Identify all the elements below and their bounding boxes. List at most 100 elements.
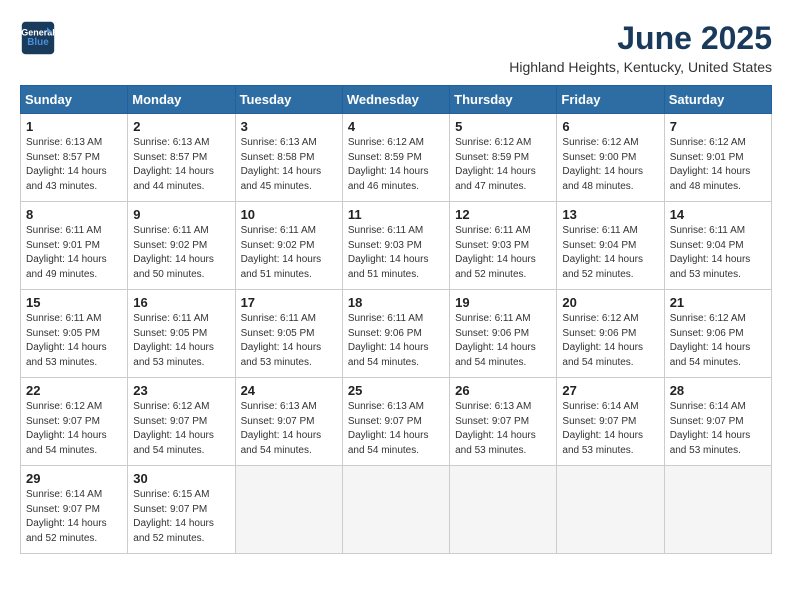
day-info: Sunrise: 6:14 AMSunset: 9:07 PMDaylight:… — [26, 489, 107, 544]
calendar-cell — [235, 466, 342, 554]
day-info: Sunrise: 6:12 AMSunset: 9:00 PMDaylight:… — [562, 137, 643, 192]
calendar-table: Sunday Monday Tuesday Wednesday Thursday… — [20, 85, 772, 554]
calendar-cell: 8 Sunrise: 6:11 AMSunset: 9:01 PMDayligh… — [21, 202, 128, 290]
logo-icon: General Blue — [20, 20, 56, 56]
day-info: Sunrise: 6:13 AMSunset: 9:07 PMDaylight:… — [348, 401, 429, 456]
week-row: 15 Sunrise: 6:11 AMSunset: 9:05 PMDaylig… — [21, 290, 772, 378]
header-row: Sunday Monday Tuesday Wednesday Thursday… — [21, 86, 772, 114]
calendar-cell: 22 Sunrise: 6:12 AMSunset: 9:07 PMDaylig… — [21, 378, 128, 466]
day-info: Sunrise: 6:11 AMSunset: 9:02 PMDaylight:… — [241, 225, 322, 280]
calendar-cell: 12 Sunrise: 6:11 AMSunset: 9:03 PMDaylig… — [450, 202, 557, 290]
day-number: 30 — [133, 471, 229, 486]
day-number: 20 — [562, 295, 658, 310]
calendar-cell: 7 Sunrise: 6:12 AMSunset: 9:01 PMDayligh… — [664, 114, 771, 202]
day-info: Sunrise: 6:13 AMSunset: 8:57 PMDaylight:… — [26, 137, 107, 192]
week-row: 22 Sunrise: 6:12 AMSunset: 9:07 PMDaylig… — [21, 378, 772, 466]
day-info: Sunrise: 6:12 AMSunset: 8:59 PMDaylight:… — [455, 137, 536, 192]
day-number: 24 — [241, 383, 337, 398]
calendar-cell: 10 Sunrise: 6:11 AMSunset: 9:02 PMDaylig… — [235, 202, 342, 290]
day-number: 4 — [348, 119, 444, 134]
day-number: 11 — [348, 207, 444, 222]
day-number: 16 — [133, 295, 229, 310]
calendar-cell: 21 Sunrise: 6:12 AMSunset: 9:06 PMDaylig… — [664, 290, 771, 378]
calendar-cell — [342, 466, 449, 554]
calendar-cell: 4 Sunrise: 6:12 AMSunset: 8:59 PMDayligh… — [342, 114, 449, 202]
day-info: Sunrise: 6:11 AMSunset: 9:06 PMDaylight:… — [455, 313, 536, 368]
day-info: Sunrise: 6:13 AMSunset: 8:58 PMDaylight:… — [241, 137, 322, 192]
day-number: 18 — [348, 295, 444, 310]
day-info: Sunrise: 6:12 AMSunset: 9:06 PMDaylight:… — [562, 313, 643, 368]
calendar-cell: 13 Sunrise: 6:11 AMSunset: 9:04 PMDaylig… — [557, 202, 664, 290]
day-info: Sunrise: 6:11 AMSunset: 9:06 PMDaylight:… — [348, 313, 429, 368]
calendar-cell: 24 Sunrise: 6:13 AMSunset: 9:07 PMDaylig… — [235, 378, 342, 466]
logo: General Blue — [20, 20, 56, 56]
calendar-cell: 6 Sunrise: 6:12 AMSunset: 9:00 PMDayligh… — [557, 114, 664, 202]
day-number: 14 — [670, 207, 766, 222]
day-number: 5 — [455, 119, 551, 134]
day-info: Sunrise: 6:13 AMSunset: 9:07 PMDaylight:… — [241, 401, 322, 456]
calendar-cell: 16 Sunrise: 6:11 AMSunset: 9:05 PMDaylig… — [128, 290, 235, 378]
week-row: 29 Sunrise: 6:14 AMSunset: 9:07 PMDaylig… — [21, 466, 772, 554]
calendar-cell: 2 Sunrise: 6:13 AMSunset: 8:57 PMDayligh… — [128, 114, 235, 202]
calendar-cell: 28 Sunrise: 6:14 AMSunset: 9:07 PMDaylig… — [664, 378, 771, 466]
day-info: Sunrise: 6:12 AMSunset: 9:07 PMDaylight:… — [133, 401, 214, 456]
calendar-cell: 18 Sunrise: 6:11 AMSunset: 9:06 PMDaylig… — [342, 290, 449, 378]
calendar-cell — [450, 466, 557, 554]
calendar-cell: 20 Sunrise: 6:12 AMSunset: 9:06 PMDaylig… — [557, 290, 664, 378]
day-number: 6 — [562, 119, 658, 134]
day-info: Sunrise: 6:12 AMSunset: 8:59 PMDaylight:… — [348, 137, 429, 192]
day-number: 7 — [670, 119, 766, 134]
location-title: Highland Heights, Kentucky, United State… — [509, 59, 772, 75]
day-number: 15 — [26, 295, 122, 310]
calendar-cell: 14 Sunrise: 6:11 AMSunset: 9:04 PMDaylig… — [664, 202, 771, 290]
col-thursday: Thursday — [450, 86, 557, 114]
day-number: 10 — [241, 207, 337, 222]
calendar-cell: 27 Sunrise: 6:14 AMSunset: 9:07 PMDaylig… — [557, 378, 664, 466]
day-number: 23 — [133, 383, 229, 398]
day-info: Sunrise: 6:11 AMSunset: 9:05 PMDaylight:… — [26, 313, 107, 368]
col-tuesday: Tuesday — [235, 86, 342, 114]
calendar-cell: 26 Sunrise: 6:13 AMSunset: 9:07 PMDaylig… — [450, 378, 557, 466]
calendar-cell: 15 Sunrise: 6:11 AMSunset: 9:05 PMDaylig… — [21, 290, 128, 378]
col-friday: Friday — [557, 86, 664, 114]
day-number: 21 — [670, 295, 766, 310]
calendar-cell: 19 Sunrise: 6:11 AMSunset: 9:06 PMDaylig… — [450, 290, 557, 378]
day-number: 12 — [455, 207, 551, 222]
day-number: 29 — [26, 471, 122, 486]
day-number: 25 — [348, 383, 444, 398]
page-header: General Blue June 2025 Highland Heights,… — [20, 20, 772, 75]
svg-text:Blue: Blue — [27, 37, 49, 48]
week-row: 8 Sunrise: 6:11 AMSunset: 9:01 PMDayligh… — [21, 202, 772, 290]
calendar-cell: 25 Sunrise: 6:13 AMSunset: 9:07 PMDaylig… — [342, 378, 449, 466]
day-number: 8 — [26, 207, 122, 222]
calendar-cell: 3 Sunrise: 6:13 AMSunset: 8:58 PMDayligh… — [235, 114, 342, 202]
day-info: Sunrise: 6:11 AMSunset: 9:02 PMDaylight:… — [133, 225, 214, 280]
title-area: June 2025 Highland Heights, Kentucky, Un… — [509, 20, 772, 75]
day-number: 9 — [133, 207, 229, 222]
day-info: Sunrise: 6:14 AMSunset: 9:07 PMDaylight:… — [562, 401, 643, 456]
day-info: Sunrise: 6:11 AMSunset: 9:04 PMDaylight:… — [562, 225, 643, 280]
col-sunday: Sunday — [21, 86, 128, 114]
day-number: 19 — [455, 295, 551, 310]
day-info: Sunrise: 6:11 AMSunset: 9:04 PMDaylight:… — [670, 225, 751, 280]
day-info: Sunrise: 6:11 AMSunset: 9:03 PMDaylight:… — [348, 225, 429, 280]
day-info: Sunrise: 6:12 AMSunset: 9:01 PMDaylight:… — [670, 137, 751, 192]
day-info: Sunrise: 6:13 AMSunset: 9:07 PMDaylight:… — [455, 401, 536, 456]
day-number: 26 — [455, 383, 551, 398]
day-number: 2 — [133, 119, 229, 134]
day-number: 1 — [26, 119, 122, 134]
day-number: 22 — [26, 383, 122, 398]
day-info: Sunrise: 6:14 AMSunset: 9:07 PMDaylight:… — [670, 401, 751, 456]
col-saturday: Saturday — [664, 86, 771, 114]
day-info: Sunrise: 6:12 AMSunset: 9:06 PMDaylight:… — [670, 313, 751, 368]
calendar-cell: 1 Sunrise: 6:13 AMSunset: 8:57 PMDayligh… — [21, 114, 128, 202]
day-info: Sunrise: 6:11 AMSunset: 9:05 PMDaylight:… — [133, 313, 214, 368]
day-number: 13 — [562, 207, 658, 222]
calendar-cell: 5 Sunrise: 6:12 AMSunset: 8:59 PMDayligh… — [450, 114, 557, 202]
week-row: 1 Sunrise: 6:13 AMSunset: 8:57 PMDayligh… — [21, 114, 772, 202]
calendar-cell: 30 Sunrise: 6:15 AMSunset: 9:07 PMDaylig… — [128, 466, 235, 554]
day-info: Sunrise: 6:11 AMSunset: 9:03 PMDaylight:… — [455, 225, 536, 280]
calendar-cell: 23 Sunrise: 6:12 AMSunset: 9:07 PMDaylig… — [128, 378, 235, 466]
day-info: Sunrise: 6:11 AMSunset: 9:05 PMDaylight:… — [241, 313, 322, 368]
day-info: Sunrise: 6:13 AMSunset: 8:57 PMDaylight:… — [133, 137, 214, 192]
